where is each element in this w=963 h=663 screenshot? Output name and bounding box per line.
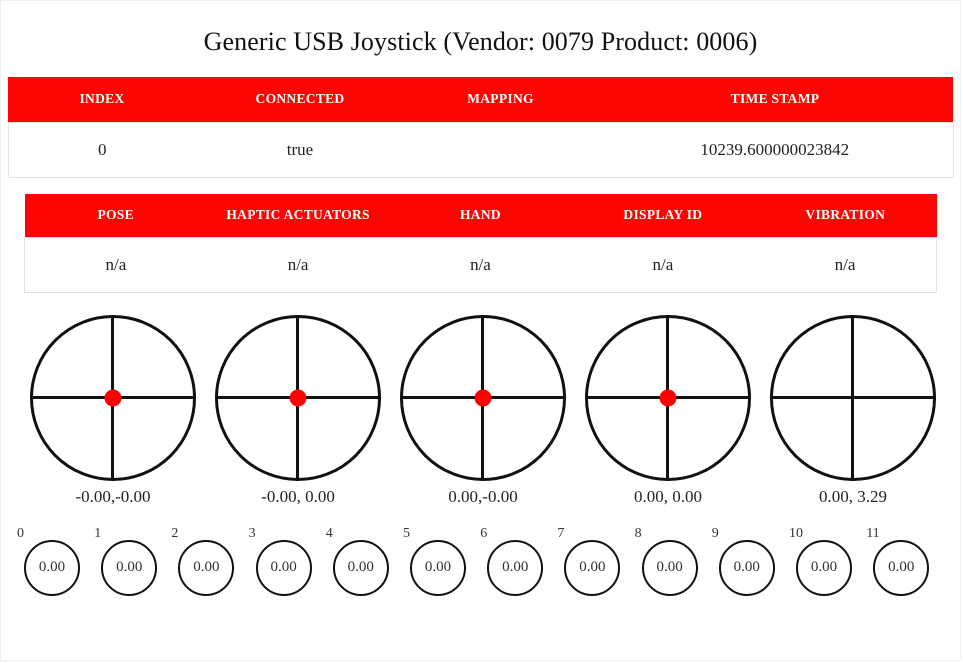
axis-value-label: 0.00, 3.29 xyxy=(819,486,887,506)
button-value-circle[interactable]: 0.00 xyxy=(332,539,389,596)
axis-dial-graphic xyxy=(770,314,936,481)
page-title: Generic USB Joystick (Vendor: 0079 Produ… xyxy=(203,27,758,56)
extra-table-body: n/a n/a n/a n/a n/a xyxy=(23,236,938,293)
gamepad-button-10[interactable]: 10 0.00 xyxy=(787,525,863,617)
button-index-label: 3 xyxy=(248,525,256,541)
button-value-circle[interactable]: 0.00 xyxy=(410,539,466,596)
col-header-hand: HAND xyxy=(460,206,501,222)
button-index-label: 11 xyxy=(866,525,880,541)
axis-dial-1: -0.00, 0.00 xyxy=(213,314,383,507)
col-header-display-id: DISPLAY ID xyxy=(623,206,703,222)
axis-value-label: 0.00,-0.00 xyxy=(448,486,518,506)
button-index-label: 1 xyxy=(94,525,102,541)
gamepad-main-table: INDEX CONNECTED MAPPING TIME STAMP 0 tru… xyxy=(7,77,954,178)
cell-time-stamp: 10239.600000023842 xyxy=(597,121,954,178)
axis-value-label: -0.00, 0.00 xyxy=(261,486,335,506)
button-index-label: 6 xyxy=(480,525,488,541)
gamepad-button-0[interactable]: 0 0.00 xyxy=(15,525,91,617)
col-header-pose: POSE xyxy=(97,206,134,222)
button-index-label: 2 xyxy=(171,525,179,541)
col-header-haptic-actuators: HAPTIC ACTUATORS xyxy=(226,206,370,222)
button-value-circle[interactable]: 0.00 xyxy=(255,539,312,596)
gamepad-button-1[interactable]: 1 0.00 xyxy=(92,525,168,617)
button-value-circle[interactable]: 0.00 xyxy=(641,539,698,596)
button-index-label: 10 xyxy=(789,525,803,541)
button-value-circle[interactable]: 0.00 xyxy=(796,539,852,596)
button-value-circle[interactable]: 0.00 xyxy=(24,539,80,596)
axis-value-label: 0.00, 0.00 xyxy=(634,486,702,506)
gamepad-button-5[interactable]: 5 0.00 xyxy=(401,525,477,617)
button-index-label: 9 xyxy=(711,525,719,541)
cell-pose: n/a xyxy=(23,236,207,293)
gamepad-button-7[interactable]: 7 0.00 xyxy=(555,525,631,617)
button-index-label: 8 xyxy=(634,525,642,541)
cell-vibration: n/a xyxy=(754,236,938,293)
gamepad-button-11[interactable]: 11 0.00 xyxy=(864,525,940,617)
main-table-header: INDEX CONNECTED MAPPING TIME STAMP xyxy=(8,77,953,123)
axis-dial-3: 0.00, 0.00 xyxy=(583,314,753,507)
gamepad-button-2[interactable]: 2 0.00 xyxy=(169,525,245,617)
gamepad-panel: Generic USB Joystick (Vendor: 0079 Produ… xyxy=(0,0,961,661)
axis-position-dot xyxy=(289,389,307,407)
cell-display-id: n/a xyxy=(571,236,755,293)
col-header-time-stamp: TIME STAMP xyxy=(730,91,820,106)
gamepad-button-9[interactable]: 9 0.00 xyxy=(710,525,786,617)
axis-position-dot xyxy=(659,389,677,407)
cell-index: 0 xyxy=(7,121,196,178)
main-table-body: 0 true 10239.600000023842 xyxy=(7,121,954,178)
cell-hand: n/a xyxy=(389,236,572,293)
button-value-circle[interactable]: 0.00 xyxy=(487,539,544,596)
axis-dial-graphic xyxy=(400,314,566,481)
gamepad-extra-table: POSE HAPTIC ACTUATORS HAND DISPLAY ID VI… xyxy=(23,193,938,293)
button-index-label: 5 xyxy=(403,525,410,541)
button-value-circle[interactable]: 0.00 xyxy=(564,539,621,596)
axis-position-dot xyxy=(474,389,492,407)
button-index-label: 4 xyxy=(325,525,333,541)
axis-dial-2: 0.00,-0.00 xyxy=(398,314,568,507)
button-value-circle[interactable]: 0.00 xyxy=(178,539,235,596)
table-header-row: POSE HAPTIC ACTUATORS HAND DISPLAY ID VI… xyxy=(24,193,937,238)
axis-dial-graphic xyxy=(585,314,751,481)
cell-mapping xyxy=(404,121,597,178)
col-header-vibration: VIBRATION xyxy=(805,206,886,222)
col-header-index: INDEX xyxy=(79,91,125,106)
table-row: n/a n/a n/a n/a n/a xyxy=(23,236,938,293)
table-row: 0 true 10239.600000023842 xyxy=(7,121,954,178)
axis-dial-4: 0.00, 3.29 xyxy=(768,314,938,507)
button-value-circle[interactable]: 0.00 xyxy=(718,539,775,596)
col-header-connected: CONNECTED xyxy=(255,91,345,106)
gamepad-button-3[interactable]: 3 0.00 xyxy=(247,525,323,617)
axis-value-label: -0.00,-0.00 xyxy=(75,486,151,506)
gamepad-button-4[interactable]: 4 0.00 xyxy=(324,525,400,617)
gamepad-button-6[interactable]: 6 0.00 xyxy=(478,525,554,617)
axis-horizontal-crosshair xyxy=(770,395,936,399)
axis-dial-graphic xyxy=(215,314,381,481)
col-header-mapping: MAPPING xyxy=(467,91,534,106)
gamepad-button-8[interactable]: 8 0.00 xyxy=(633,525,709,617)
axis-position-dot xyxy=(104,389,122,407)
axis-dial-graphic xyxy=(30,314,196,481)
button-value-circle[interactable]: 0.00 xyxy=(873,539,930,596)
button-value-circle[interactable]: 0.00 xyxy=(101,539,158,596)
button-index-label: 7 xyxy=(557,525,565,541)
buttons-row: 0 0.00 1 0.00 2 0.00 3 0.00 4 0.00 5 0.00 6 0.00 7 0.00… xyxy=(9,525,952,617)
extra-table-header: POSE HAPTIC ACTUATORS HAND DISPLAY ID VI… xyxy=(24,193,937,238)
table-header-row: INDEX CONNECTED MAPPING TIME STAMP xyxy=(8,77,953,123)
button-index-label: 0 xyxy=(17,525,24,541)
axis-dial-0: -0.00,-0.00 xyxy=(28,314,198,507)
axes-row: -0.00,-0.00 -0.00, 0.00 0.00,-0.00 0.00, 0.… xyxy=(24,314,938,515)
cell-haptic-actuators: n/a xyxy=(206,236,390,293)
cell-connected: true xyxy=(196,121,404,178)
